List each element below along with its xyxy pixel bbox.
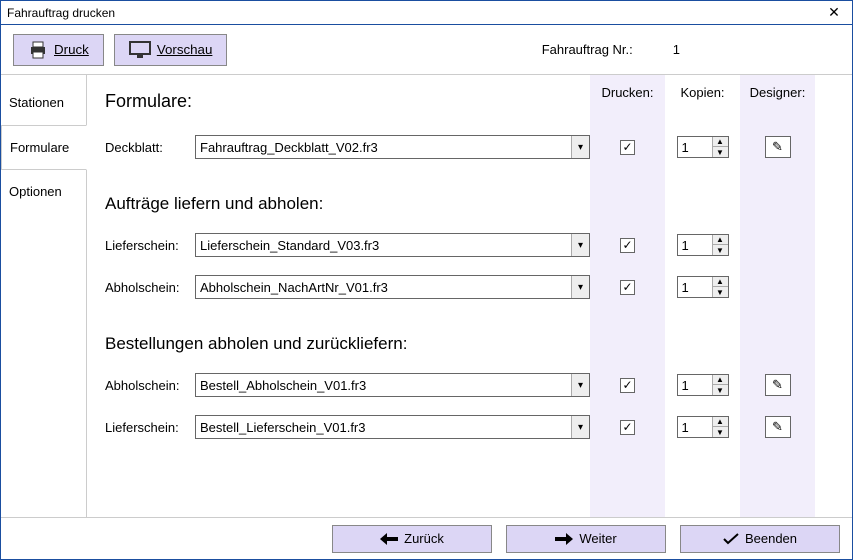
jobnr-value: 1 [673, 42, 680, 57]
footer: Zurück Weiter Beenden [1, 517, 852, 559]
chevron-up-icon[interactable]: ▲ [713, 235, 728, 245]
preview-button[interactable]: Vorschau [114, 34, 228, 66]
chevron-down-icon[interactable]: ▼ [713, 147, 728, 157]
tab-forms[interactable]: Formulare [1, 125, 87, 170]
main-panel: Drucken: Kopien: Designer: Formulare: De… [87, 75, 815, 444]
header-designer: Designer: [740, 85, 815, 100]
abhol2-designer-button[interactable]: ✎ [765, 374, 791, 396]
cover-copies-value: 1 [678, 140, 712, 155]
check-icon [723, 533, 739, 545]
abhol2-print-checkbox[interactable]: ✓ [620, 378, 635, 393]
liefer2-print-checkbox[interactable]: ✓ [620, 420, 635, 435]
group2-title: Aufträge liefern und abholen: [105, 194, 815, 214]
chevron-down-icon[interactable]: ▼ [713, 385, 728, 395]
chevron-up-icon[interactable]: ▲ [713, 375, 728, 385]
arrow-right-icon [555, 533, 573, 545]
tab-stations[interactable]: Stationen [1, 81, 86, 125]
abhol2-combo[interactable]: Bestell_Abholschein_V01.fr3 ▾ [195, 373, 590, 397]
liefer1-combo[interactable]: Lieferschein_Standard_V03.fr3 ▾ [195, 233, 590, 257]
liefer1-label: Lieferschein: [105, 238, 195, 253]
cover-designer-button[interactable]: ✎ [765, 136, 791, 158]
abhol2-combo-value: Bestell_Abholschein_V01.fr3 [200, 378, 366, 393]
cover-copies-stepper[interactable]: 1 ▲▼ [677, 136, 729, 158]
liefer2-combo[interactable]: Bestell_Lieferschein_V01.fr3 ▾ [195, 415, 590, 439]
cover-print-checkbox[interactable]: ✓ [620, 140, 635, 155]
close-button-label: Beenden [745, 531, 797, 546]
liefer1-print-checkbox[interactable]: ✓ [620, 238, 635, 253]
cover-label: Deckblatt: [105, 140, 195, 155]
liefer2-copies-value: 1 [678, 420, 712, 435]
abhol1-combo[interactable]: Abholschein_NachArtNr_V01.fr3 ▾ [195, 275, 590, 299]
cover-combo[interactable]: Fahrauftrag_Deckblatt_V02.fr3 ▾ [195, 135, 590, 159]
abhol2-label: Abholschein: [105, 378, 195, 393]
tabs: Stationen Formulare Optionen [1, 75, 87, 517]
abhol1-label: Abholschein: [105, 280, 195, 295]
next-button-label: Weiter [579, 531, 616, 546]
printer-icon [28, 41, 48, 59]
abhol2-copies-stepper[interactable]: 1 ▲▼ [677, 374, 729, 396]
chevron-down-icon: ▾ [571, 416, 589, 438]
cover-combo-value: Fahrauftrag_Deckblatt_V02.fr3 [200, 140, 378, 155]
header-copies: Kopien: [665, 85, 740, 100]
print-button[interactable]: Druck [13, 34, 104, 66]
tab-options[interactable]: Optionen [1, 170, 86, 214]
row-abhol1: Abholschein: Abholschein_NachArtNr_V01.f… [105, 270, 815, 304]
abhol2-copies-value: 1 [678, 378, 712, 393]
chevron-up-icon[interactable]: ▲ [713, 137, 728, 147]
toolbar: Druck Vorschau Fahrauftrag Nr.: 1 [1, 25, 852, 75]
row-cover: Deckblatt: Fahrauftrag_Deckblatt_V02.fr3… [105, 130, 815, 164]
chevron-up-icon[interactable]: ▲ [713, 417, 728, 427]
close-icon[interactable]: ✕ [816, 1, 852, 24]
chevron-down-icon[interactable]: ▼ [713, 245, 728, 255]
row-liefer2: Lieferschein: Bestell_Lieferschein_V01.f… [105, 410, 815, 444]
edit-icon: ✎ [772, 139, 783, 155]
edit-icon: ✎ [772, 419, 783, 435]
next-button[interactable]: Weiter [506, 525, 666, 553]
liefer1-copies-value: 1 [678, 238, 712, 253]
chevron-up-icon[interactable]: ▲ [713, 277, 728, 287]
preview-button-label: Vorschau [157, 42, 213, 57]
chevron-down-icon[interactable]: ▼ [713, 427, 728, 437]
group3-title: Bestellungen abholen und zurückliefern: [105, 334, 815, 354]
back-button-label: Zurück [404, 531, 444, 546]
abhol1-copies-value: 1 [678, 280, 712, 295]
jobnr-label: Fahrauftrag Nr.: [542, 42, 633, 57]
chevron-down-icon: ▾ [571, 374, 589, 396]
arrow-left-icon [380, 533, 398, 545]
abhol1-copies-stepper[interactable]: 1 ▲▼ [677, 276, 729, 298]
row-liefer1: Lieferschein: Lieferschein_Standard_V03.… [105, 228, 815, 262]
liefer1-copies-stepper[interactable]: 1 ▲▼ [677, 234, 729, 256]
window-title: Fahrauftrag drucken [7, 6, 115, 20]
print-button-label: Druck [54, 42, 89, 57]
header-print: Drucken: [590, 85, 665, 100]
edit-icon: ✎ [772, 377, 783, 393]
titlebar: Fahrauftrag drucken ✕ [1, 1, 852, 25]
liefer2-label: Lieferschein: [105, 420, 195, 435]
abhol1-print-checkbox[interactable]: ✓ [620, 280, 635, 295]
chevron-down-icon: ▾ [571, 276, 589, 298]
chevron-down-icon: ▾ [571, 136, 589, 158]
row-abhol2: Abholschein: Bestell_Abholschein_V01.fr3… [105, 368, 815, 402]
close-button[interactable]: Beenden [680, 525, 840, 553]
chevron-down-icon: ▾ [571, 234, 589, 256]
liefer2-combo-value: Bestell_Lieferschein_V01.fr3 [200, 420, 366, 435]
monitor-icon [129, 41, 151, 59]
back-button[interactable]: Zurück [332, 525, 492, 553]
liefer2-designer-button[interactable]: ✎ [765, 416, 791, 438]
abhol1-combo-value: Abholschein_NachArtNr_V01.fr3 [200, 280, 388, 295]
chevron-down-icon[interactable]: ▼ [713, 287, 728, 297]
liefer2-copies-stepper[interactable]: 1 ▲▼ [677, 416, 729, 438]
liefer1-combo-value: Lieferschein_Standard_V03.fr3 [200, 238, 379, 253]
